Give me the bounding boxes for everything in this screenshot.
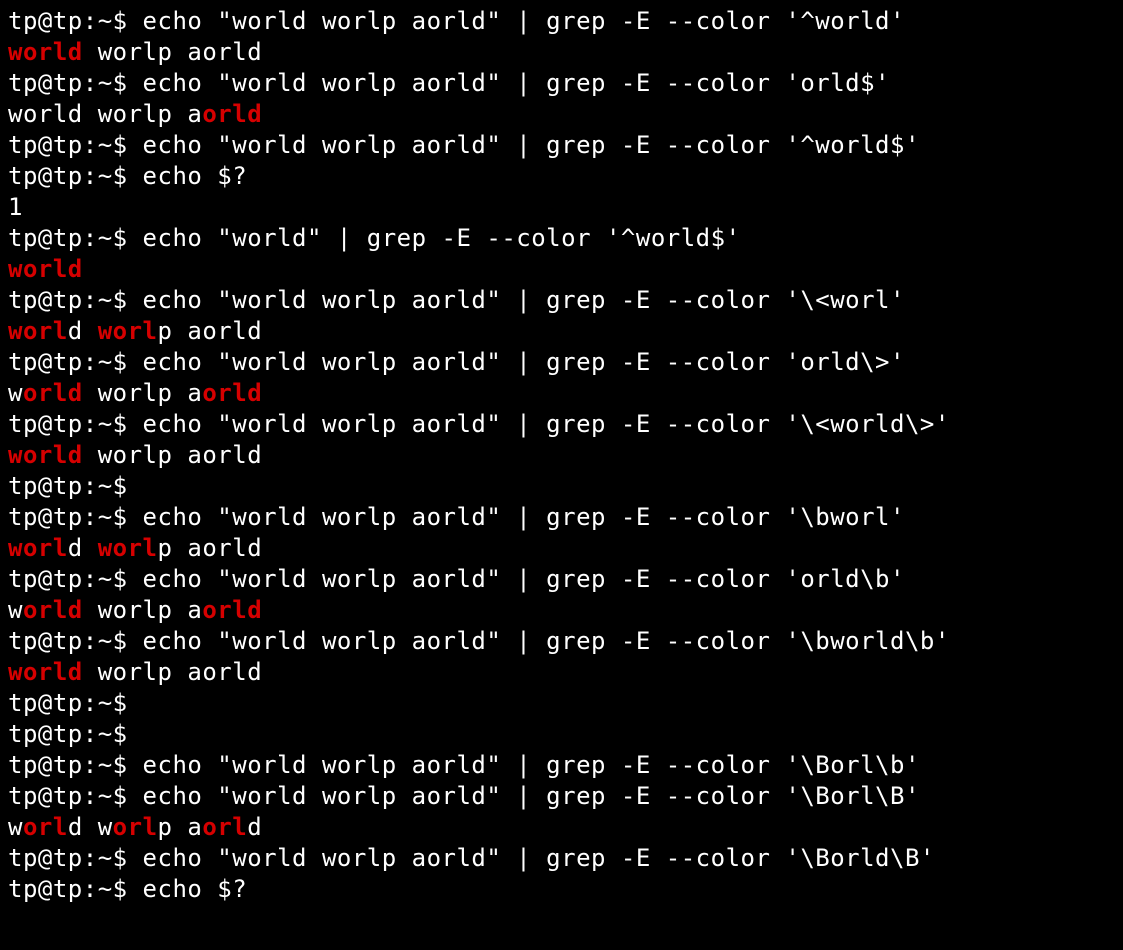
terminal-prompt-line: tp@tp:~$ echo "world worlp aorld" | grep… <box>8 626 1115 657</box>
output-text: worlp aorld <box>83 441 262 469</box>
shell-command: echo "world worlp aorld" | grep -E --col… <box>143 503 905 531</box>
shell-command: echo "world worlp aorld" | grep -E --col… <box>143 7 905 35</box>
output-text: d <box>68 534 98 562</box>
shell-command: echo $? <box>143 875 248 903</box>
grep-match: world <box>8 255 83 283</box>
grep-match: orld <box>202 379 262 407</box>
output-text: worlp aorld <box>83 658 262 686</box>
terminal-output[interactable]: tp@tp:~$ echo "world worlp aorld" | grep… <box>0 0 1123 913</box>
terminal-prompt-line: tp@tp:~$ echo "world worlp aorld" | grep… <box>8 843 1115 874</box>
grep-match: orld <box>202 100 262 128</box>
output-text: world worlp a <box>8 100 202 128</box>
terminal-output-line: world worlp aorld <box>8 657 1115 688</box>
shell-command: echo "world worlp aorld" | grep -E --col… <box>143 782 920 810</box>
grep-match: world <box>8 658 83 686</box>
terminal-output-line: 1 <box>8 192 1115 223</box>
output-text: d <box>247 813 262 841</box>
shell-command: echo "world worlp aorld" | grep -E --col… <box>143 410 950 438</box>
output-text: w <box>8 813 23 841</box>
grep-match: worl <box>8 534 68 562</box>
shell-command: echo "world worlp aorld" | grep -E --col… <box>143 844 935 872</box>
grep-match: orld <box>23 596 83 624</box>
output-text: p a <box>158 813 203 841</box>
output-text: worlp a <box>83 379 203 407</box>
shell-prompt: tp@tp:~$ <box>8 7 143 35</box>
grep-match: world <box>8 38 83 66</box>
shell-prompt: tp@tp:~$ <box>8 720 143 748</box>
shell-prompt: tp@tp:~$ <box>8 844 143 872</box>
terminal-prompt-line: tp@tp:~$ echo $? <box>8 874 1115 905</box>
output-text: worlp a <box>83 596 203 624</box>
shell-prompt: tp@tp:~$ <box>8 472 143 500</box>
terminal-prompt-line: tp@tp:~$ echo "world worlp aorld" | grep… <box>8 347 1115 378</box>
shell-prompt: tp@tp:~$ <box>8 286 143 314</box>
terminal-prompt-line: tp@tp:~$ echo "world worlp aorld" | grep… <box>8 68 1115 99</box>
shell-prompt: tp@tp:~$ <box>8 503 143 531</box>
shell-prompt: tp@tp:~$ <box>8 348 143 376</box>
output-text: d <box>68 317 98 345</box>
output-text: w <box>8 379 23 407</box>
shell-command: echo "world" | grep -E --color '^world$' <box>143 224 741 252</box>
terminal-output-line: world worlp aorld <box>8 378 1115 409</box>
terminal-prompt-line: tp@tp:~$ echo "world worlp aorld" | grep… <box>8 6 1115 37</box>
terminal-output-line: world worlp aorld <box>8 440 1115 471</box>
terminal-prompt-line: tp@tp:~$ <box>8 719 1115 750</box>
shell-command: echo "world worlp aorld" | grep -E --col… <box>143 69 890 97</box>
shell-prompt: tp@tp:~$ <box>8 689 143 717</box>
output-text: p aorld <box>158 534 263 562</box>
grep-match: orl <box>23 813 68 841</box>
terminal-prompt-line: tp@tp:~$ <box>8 688 1115 719</box>
shell-prompt: tp@tp:~$ <box>8 627 143 655</box>
terminal-prompt-line: tp@tp:~$ <box>8 471 1115 502</box>
output-text: 1 <box>8 193 23 221</box>
output-text: worlp aorld <box>83 38 262 66</box>
grep-match: orl <box>202 813 247 841</box>
terminal-output-line: world worlp aorld <box>8 533 1115 564</box>
shell-prompt: tp@tp:~$ <box>8 875 143 903</box>
shell-command: echo "world worlp aorld" | grep -E --col… <box>143 286 905 314</box>
grep-match: orld <box>202 596 262 624</box>
shell-command: echo "world worlp aorld" | grep -E --col… <box>143 751 920 779</box>
shell-command: echo "world worlp aorld" | grep -E --col… <box>143 348 905 376</box>
output-text: w <box>8 596 23 624</box>
grep-match: world <box>8 441 83 469</box>
terminal-prompt-line: tp@tp:~$ echo "world" | grep -E --color … <box>8 223 1115 254</box>
terminal-output-line: world <box>8 254 1115 285</box>
grep-match: worl <box>98 534 158 562</box>
terminal-prompt-line: tp@tp:~$ echo "world worlp aorld" | grep… <box>8 409 1115 440</box>
terminal-prompt-line: tp@tp:~$ echo $? <box>8 161 1115 192</box>
shell-prompt: tp@tp:~$ <box>8 69 143 97</box>
shell-command: echo "world worlp aorld" | grep -E --col… <box>143 627 950 655</box>
shell-prompt: tp@tp:~$ <box>8 782 143 810</box>
terminal-output-line: world worlp aorld <box>8 99 1115 130</box>
grep-match: worl <box>8 317 68 345</box>
terminal-output-line: world worlp aorld <box>8 37 1115 68</box>
terminal-output-line: world worlp aorld <box>8 812 1115 843</box>
output-text: p aorld <box>158 317 263 345</box>
terminal-prompt-line: tp@tp:~$ echo "world worlp aorld" | grep… <box>8 750 1115 781</box>
terminal-prompt-line: tp@tp:~$ echo "world worlp aorld" | grep… <box>8 502 1115 533</box>
shell-command: echo "world worlp aorld" | grep -E --col… <box>143 131 920 159</box>
terminal-prompt-line: tp@tp:~$ echo "world worlp aorld" | grep… <box>8 285 1115 316</box>
terminal-prompt-line: tp@tp:~$ echo "world worlp aorld" | grep… <box>8 564 1115 595</box>
grep-match: orld <box>23 379 83 407</box>
terminal-output-line: world worlp aorld <box>8 316 1115 347</box>
grep-match: worl <box>98 317 158 345</box>
shell-command: echo "world worlp aorld" | grep -E --col… <box>143 565 905 593</box>
terminal-prompt-line: tp@tp:~$ echo "world worlp aorld" | grep… <box>8 130 1115 161</box>
output-text: d w <box>68 813 113 841</box>
shell-prompt: tp@tp:~$ <box>8 751 143 779</box>
shell-prompt: tp@tp:~$ <box>8 131 143 159</box>
terminal-prompt-line: tp@tp:~$ echo "world worlp aorld" | grep… <box>8 781 1115 812</box>
shell-command: echo $? <box>143 162 248 190</box>
shell-prompt: tp@tp:~$ <box>8 224 143 252</box>
shell-prompt: tp@tp:~$ <box>8 410 143 438</box>
grep-match: orl <box>113 813 158 841</box>
shell-prompt: tp@tp:~$ <box>8 162 143 190</box>
shell-prompt: tp@tp:~$ <box>8 565 143 593</box>
terminal-output-line: world worlp aorld <box>8 595 1115 626</box>
